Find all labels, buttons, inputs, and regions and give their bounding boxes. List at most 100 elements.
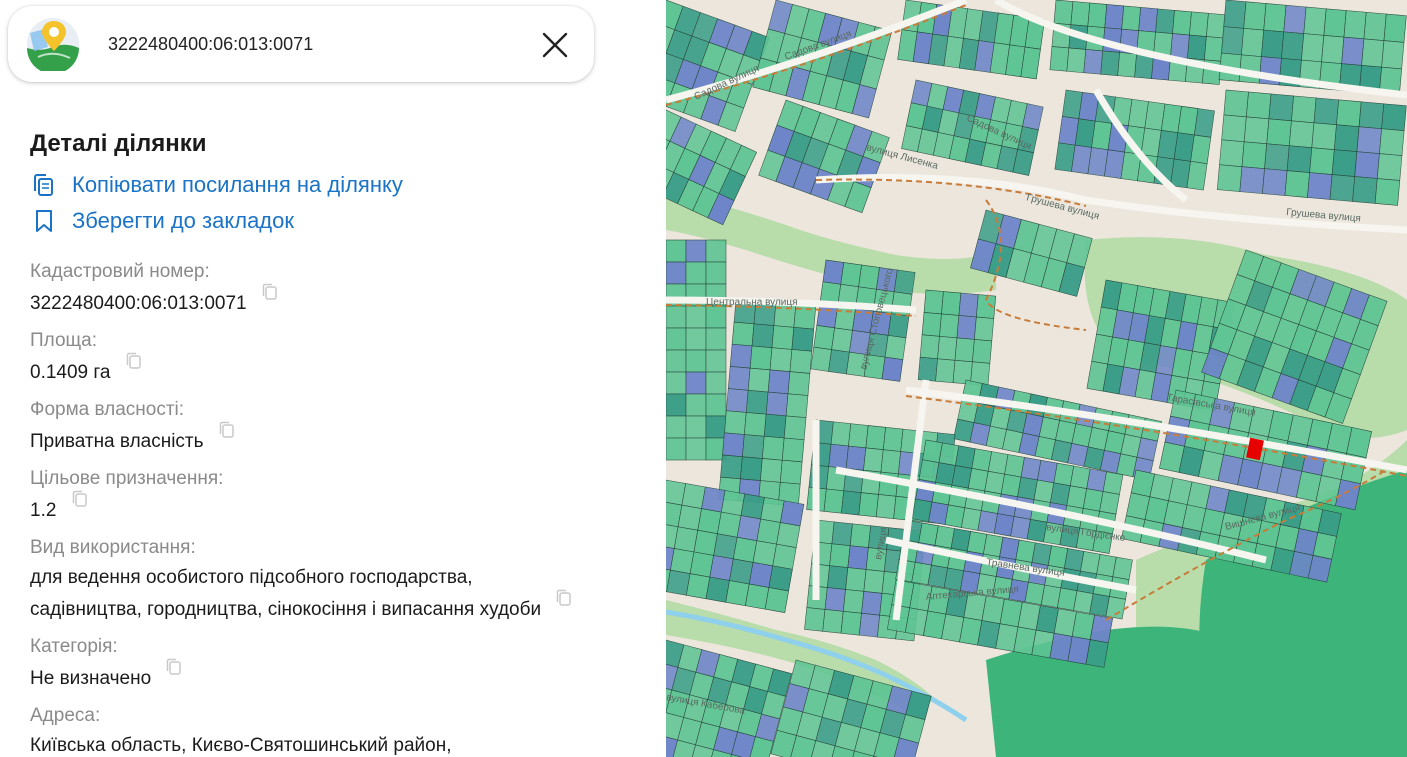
parcel bbox=[1309, 147, 1335, 175]
area-value: 0.1409 га bbox=[30, 362, 111, 383]
parcel bbox=[813, 325, 835, 350]
parcel bbox=[685, 437, 707, 461]
parcel bbox=[1223, 89, 1249, 118]
purpose-row: 1.2 bbox=[30, 490, 90, 527]
category-row: Не визначено bbox=[30, 658, 184, 695]
parcel bbox=[709, 555, 734, 581]
parcel bbox=[1053, 0, 1074, 26]
parcel bbox=[1333, 124, 1360, 152]
purpose-value: 1.2 bbox=[30, 500, 57, 521]
parcel bbox=[765, 391, 789, 417]
parcel bbox=[1261, 29, 1285, 59]
ownership-row: Приватна власність bbox=[30, 421, 237, 458]
usage-value-line2: садівництва, городництва, сінокосіння і … bbox=[30, 599, 542, 620]
parcel bbox=[1085, 639, 1109, 668]
parcel bbox=[1239, 166, 1265, 194]
parcel bbox=[1186, 160, 1208, 191]
parcel bbox=[974, 316, 995, 342]
parcel bbox=[919, 334, 940, 360]
parcel bbox=[701, 486, 726, 513]
bookmark-label: Зберегти до закладок bbox=[72, 208, 294, 233]
cadastral-map[interactable]: Садова вулиця Садова вулиця вулиця Лисенка… bbox=[666, 0, 1407, 757]
area-row: 0.1409 га bbox=[30, 352, 144, 389]
bookmark-button[interactable]: Зберегти до закладок bbox=[30, 206, 294, 236]
parcel-block bbox=[1216, 89, 1407, 206]
parcel bbox=[958, 292, 979, 318]
purpose-label: Цільове призначення: bbox=[30, 468, 224, 489]
parcel bbox=[826, 565, 849, 590]
copy-icon[interactable] bbox=[164, 657, 184, 677]
app-logo-icon[interactable] bbox=[26, 17, 80, 71]
parcel bbox=[1356, 126, 1382, 154]
parcel bbox=[1170, 33, 1190, 59]
parcel bbox=[1336, 99, 1362, 128]
parcel bbox=[880, 449, 901, 475]
parcel bbox=[884, 335, 907, 361]
parcel bbox=[875, 494, 897, 519]
parcel bbox=[834, 305, 856, 331]
parcel bbox=[729, 558, 754, 585]
copy-link-button[interactable]: Копіювати посилання на ділянку bbox=[30, 170, 403, 200]
parcel bbox=[1281, 31, 1305, 61]
parcel bbox=[666, 371, 687, 395]
category-value: Не визначено bbox=[30, 668, 152, 689]
parcel bbox=[804, 607, 826, 632]
parcel bbox=[865, 425, 886, 451]
parcel bbox=[1117, 52, 1137, 78]
parcel bbox=[863, 447, 884, 473]
ownership-label: Форма власності: bbox=[30, 399, 185, 420]
parcel bbox=[763, 413, 787, 439]
parcel bbox=[1288, 120, 1315, 149]
usage-row: садівництва, городництва, сінокосіння і … bbox=[30, 589, 574, 626]
parcel-block bbox=[718, 299, 817, 507]
map-canvas[interactable]: Садова вулицяСадова вулицявулиця Лисенка… bbox=[666, 0, 1407, 757]
parcel bbox=[829, 543, 851, 568]
parcel bbox=[1313, 97, 1339, 126]
copy-icon[interactable] bbox=[124, 351, 144, 371]
parcel bbox=[685, 573, 711, 600]
parcel bbox=[745, 389, 769, 415]
search-input[interactable] bbox=[108, 30, 508, 58]
parcel bbox=[1219, 139, 1245, 168]
parcel bbox=[1266, 118, 1292, 147]
parcel bbox=[1070, 1, 1091, 27]
copy-icon[interactable] bbox=[554, 588, 574, 608]
parcel bbox=[789, 349, 813, 374]
parcel bbox=[666, 393, 687, 417]
parcel bbox=[729, 343, 753, 369]
parcel bbox=[840, 262, 862, 288]
parcel bbox=[921, 312, 942, 337]
parcel bbox=[842, 589, 865, 614]
parcel bbox=[1243, 116, 1270, 145]
parcel bbox=[693, 529, 718, 556]
parcel bbox=[1283, 4, 1307, 34]
parcel bbox=[760, 497, 785, 523]
parcel bbox=[732, 536, 758, 563]
parcel bbox=[1307, 172, 1333, 200]
parcel bbox=[713, 533, 738, 560]
parcel bbox=[1190, 134, 1212, 165]
parcel bbox=[752, 540, 777, 567]
parcel bbox=[780, 500, 805, 527]
parcel bbox=[1241, 141, 1267, 169]
copy-icon[interactable] bbox=[70, 489, 90, 509]
parcel bbox=[1341, 36, 1365, 66]
copy-icon[interactable] bbox=[217, 420, 237, 440]
parcel bbox=[727, 366, 751, 391]
cadastral-number-row: 3222480400:06:013:0071 bbox=[30, 283, 280, 320]
parcel bbox=[1216, 164, 1243, 192]
parcel bbox=[787, 371, 811, 396]
parcel bbox=[751, 323, 775, 349]
parcel bbox=[1204, 36, 1224, 62]
close-button[interactable] bbox=[538, 28, 572, 62]
parcel bbox=[666, 239, 687, 263]
parcel bbox=[1155, 8, 1175, 34]
parcel bbox=[1172, 10, 1192, 36]
parcel bbox=[764, 587, 789, 613]
parcel bbox=[823, 488, 845, 514]
usage-label: Вид використання: bbox=[30, 537, 196, 558]
parcel bbox=[848, 423, 869, 449]
copy-icon[interactable] bbox=[260, 282, 280, 302]
address-label: Адреса: bbox=[30, 705, 101, 726]
parcel bbox=[1291, 95, 1317, 124]
